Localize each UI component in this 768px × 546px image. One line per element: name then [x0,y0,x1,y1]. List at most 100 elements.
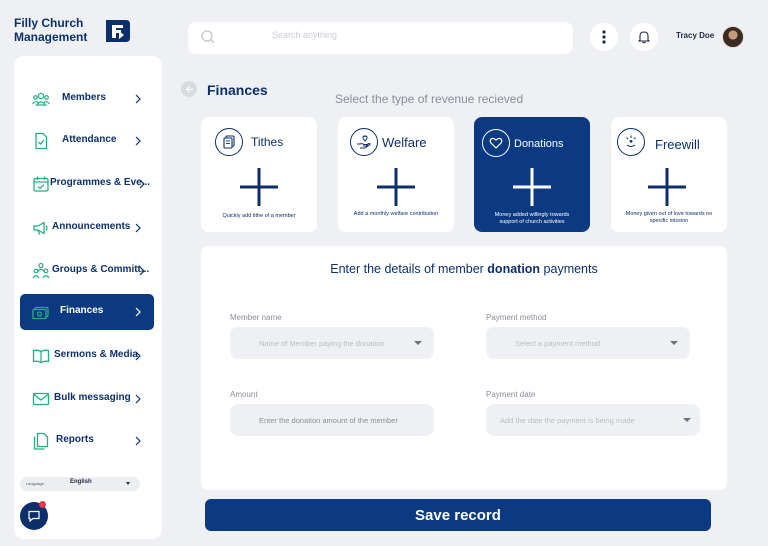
sidebar-item-sermons[interactable]: Sermons & Media [20,338,154,374]
groups-icon [32,262,50,279]
payment-date-placeholder: Add the date the payment is being made [500,416,635,425]
revenue-card-donations[interactable]: Donations Money added willingly towards … [474,117,590,232]
chevron-right-icon [139,266,145,276]
page-title: Finances [207,82,268,98]
members-icon [32,92,50,106]
megaphone-icon [33,221,48,235]
payment-method-label: Payment method [486,313,547,322]
revenue-card-freewill[interactable]: Freewill Money given out of love towards… [611,117,727,232]
payment-date-picker[interactable]: Add the date the payment is being made [486,404,700,436]
caret-down-icon [670,341,678,345]
form-heading: Enter the details of member donation pay… [201,262,727,276]
language-caption: Language [26,481,44,486]
more-vertical-icon [602,30,606,44]
sidebar-item-finances[interactable]: Finances [20,294,154,330]
sidebar-item-label: Attendance [62,134,117,145]
welfare-icon [350,128,378,156]
revenue-card-welfare[interactable]: Welfare Add a monthly welfare contributi… [338,117,454,232]
revenue-card-description: Quickly add tithe of a member [222,213,296,219]
chat-icon [28,510,40,523]
sidebar-item-label: Bulk messaging [54,392,131,403]
caret-down-icon [683,418,691,422]
search-input[interactable] [272,30,552,40]
page-subtitle: Select the type of revenue recieved [335,92,524,106]
logo-icon [106,20,130,42]
mail-icon [32,392,50,406]
notification-badge [39,501,46,508]
revenue-card-description: Money added willingly towards support of… [494,212,570,225]
money-icon [32,306,49,320]
sidebar-item-label: Announcements [52,221,131,232]
payment-date-label: Payment date [486,390,536,399]
member-name-label: Member name [230,313,282,322]
more-options-button[interactable] [590,23,618,51]
plus-icon [513,168,551,206]
sidebar-item-bulk-messaging[interactable]: Bulk messaging [20,381,154,417]
form-heading-suffix: payments [540,262,598,276]
sidebar-item-label: Members [62,92,106,103]
brand: Filly Church Management [14,16,164,50]
revenue-card-description: Add a monthly welfare contribution [353,211,439,217]
arrow-left-icon [185,85,193,93]
revenue-card-title: Tithes [251,135,284,149]
chevron-right-icon [135,394,141,404]
form-heading-prefix: Enter the details of member [330,262,488,276]
revenue-card-title: Donations [514,138,564,150]
revenue-card-title: Welfare [382,135,427,150]
sidebar-item-label: Reports [56,434,94,445]
chevron-right-icon [135,136,141,146]
search-bar[interactable] [188,22,573,54]
reports-icon [33,432,49,450]
sidebar-item-label: Finances [60,305,104,316]
sidebar-item-label: Groups & Committ... [52,264,150,275]
sidebar: Members Attendance Programmes & Eve... A… [14,56,162,539]
user-name[interactable]: Tracy Doe [676,31,714,40]
chevron-right-icon [135,94,141,104]
sidebar-item-reports[interactable]: Reports [20,423,154,459]
chevron-right-icon [135,351,141,361]
amount-label: Amount [230,390,258,399]
back-button[interactable] [181,81,197,97]
app-name: Filly Church Management [14,16,104,44]
app-name-line2: Management [14,30,88,44]
revenue-card-title: Freewill [655,137,700,152]
plus-icon [648,168,686,206]
freewill-icon [617,128,645,156]
chevron-right-icon [135,436,141,446]
sidebar-item-label: Sermons & Media [54,349,138,360]
plus-icon [377,168,415,206]
notifications-button[interactable] [630,23,658,51]
revenue-card-tithes[interactable]: Tithes Quickly add tithe of a member [201,117,317,232]
sidebar-item-announcements[interactable]: Announcements [20,210,154,246]
amount-input[interactable]: Enter the donation amount of the member [230,404,434,436]
caret-down-icon [414,341,422,345]
language-value: English [70,479,92,485]
sidebar-item-groups[interactable]: Groups & Committ... [20,253,154,289]
sidebar-item-members[interactable]: Members [20,81,154,117]
caret-down-icon [126,482,130,485]
bell-icon [637,31,651,44]
member-name-select[interactable]: Name of Member paying the donation [230,327,434,359]
payment-method-placeholder: Select a payment method [515,339,601,348]
amount-placeholder: Enter the donation amount of the member [259,416,398,425]
sidebar-item-programmes[interactable]: Programmes & Eve... [20,166,154,202]
sidebar-item-label: Programmes & Eve... [50,177,151,188]
donation-form: Enter the details of member donation pay… [201,246,727,490]
tithes-icon [215,128,243,156]
chevron-right-icon [135,223,141,233]
calendar-icon [33,176,49,192]
chevron-right-icon [139,179,145,189]
save-record-button[interactable]: Save record [205,499,711,531]
revenue-card-description: Money given out of love towards no speci… [625,211,713,224]
book-icon [32,349,50,364]
sidebar-item-attendance[interactable]: Attendance [20,123,154,159]
avatar[interactable] [722,26,744,48]
payment-method-select[interactable]: Select a payment method [486,327,690,359]
attendance-icon [35,132,48,150]
chevron-right-icon [135,307,141,317]
heart-icon [482,129,510,157]
language-select[interactable]: Language English [20,477,140,491]
search-icon [201,30,215,44]
form-heading-bold: donation [487,262,541,276]
app-name-line1: Filly Church [14,16,84,30]
